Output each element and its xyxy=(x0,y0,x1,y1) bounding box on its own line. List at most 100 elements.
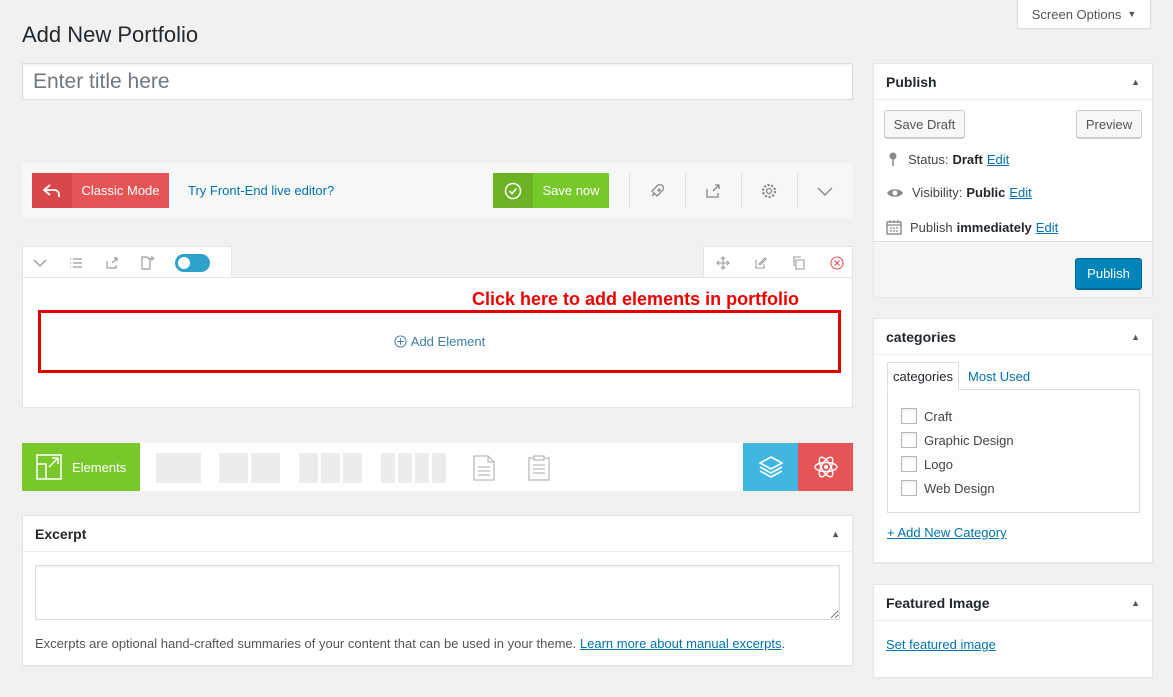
preview-button[interactable]: Preview xyxy=(1076,110,1142,138)
edit-icon[interactable] xyxy=(752,254,770,272)
layout-4-columns[interactable] xyxy=(381,453,446,483)
chevron-down-icon[interactable] xyxy=(31,254,49,272)
layout-1-column[interactable] xyxy=(156,453,201,483)
tab-most-used[interactable]: Most Used xyxy=(963,362,1035,390)
categories-tabs: categories Most Used xyxy=(887,362,1035,390)
category-label: Logo xyxy=(924,456,953,472)
plus-circle-icon xyxy=(394,335,407,348)
caret-up-icon[interactable]: ▲ xyxy=(831,529,840,539)
composer-toolbar: Classic Mode Try Front-End live editor? … xyxy=(22,163,853,218)
category-checkbox[interactable] xyxy=(901,456,917,472)
pin-icon xyxy=(889,152,897,166)
check-circle-icon xyxy=(493,173,533,208)
caret-up-icon[interactable]: ▲ xyxy=(1131,77,1140,87)
classic-mode-label: Classic Mode xyxy=(81,183,160,198)
visibility-edit-link[interactable]: Edit xyxy=(1009,185,1031,200)
elements-bar: Elements xyxy=(22,443,853,491)
toolbar-divider xyxy=(629,173,630,208)
elements-icon xyxy=(36,454,62,480)
clipboard-icon[interactable] xyxy=(527,455,551,484)
schedule-edit-link[interactable]: Edit xyxy=(1036,220,1058,235)
classic-mode-button[interactable]: Classic Mode xyxy=(32,173,169,208)
categories-checklist: Craft Graphic Design Logo Web Design xyxy=(887,389,1140,513)
excerpt-help-text: Excerpts are optional hand-crafted summa… xyxy=(35,636,577,651)
elements-tab[interactable]: Elements xyxy=(22,443,140,491)
category-label: Graphic Design xyxy=(924,432,1014,448)
layout-3-columns[interactable] xyxy=(299,453,362,483)
caret-down-icon: ▼ xyxy=(1127,9,1137,19)
featured-image-box: Featured Image ▲ Set featured image xyxy=(873,584,1153,678)
visibility-value: Public xyxy=(966,185,1006,200)
row-toggle-switch[interactable] xyxy=(175,253,210,272)
set-featured-image-link[interactable]: Set featured image xyxy=(886,637,996,652)
excerpt-box: Excerpt ▲ Excerpts are optional hand-cra… xyxy=(22,515,853,666)
add-page-icon[interactable] xyxy=(139,254,157,272)
schedule-label: Publish xyxy=(910,219,953,235)
schedule-row: Publish immediately Edit xyxy=(886,219,1058,235)
publish-box: Publish ▲ Save Draft Preview Status: Draf… xyxy=(873,63,1153,297)
gear-icon[interactable] xyxy=(757,179,781,203)
publish-button[interactable]: Publish xyxy=(1075,258,1142,289)
schedule-value: immediately xyxy=(956,219,1032,235)
save-now-button[interactable]: Save now xyxy=(493,173,609,208)
rocket-icon[interactable] xyxy=(645,179,669,203)
featured-image-title: Featured Image xyxy=(886,594,990,611)
share-icon[interactable] xyxy=(103,254,121,272)
category-item[interactable]: Logo xyxy=(901,456,953,472)
undo-arrow-icon xyxy=(32,173,72,208)
row-controls-left xyxy=(22,246,232,278)
category-item[interactable]: Graphic Design xyxy=(901,432,1014,448)
featured-image-header[interactable]: Featured Image ▲ xyxy=(874,585,1152,621)
publish-actions: Publish xyxy=(874,241,1152,297)
list-icon[interactable] xyxy=(67,254,85,272)
delete-icon[interactable] xyxy=(828,254,846,272)
chevron-down-icon[interactable] xyxy=(813,179,837,203)
calendar-icon xyxy=(886,220,902,235)
layers-icon[interactable] xyxy=(743,443,798,491)
add-element-button[interactable]: Add Element xyxy=(394,334,485,349)
screen-options-toggle[interactable]: Screen Options ▼ xyxy=(1017,0,1151,29)
status-edit-link[interactable]: Edit xyxy=(987,152,1009,167)
move-icon[interactable] xyxy=(714,254,732,272)
excerpt-learn-more-link[interactable]: Learn more about manual excerpts xyxy=(580,636,782,651)
add-element-area[interactable]: Add Element xyxy=(38,310,841,373)
category-checkbox[interactable] xyxy=(901,408,917,424)
categories-box: categories ▲ categories Most Used Craft … xyxy=(873,318,1153,563)
excerpt-textarea[interactable] xyxy=(35,565,840,620)
status-label: Status: xyxy=(908,151,949,167)
text-block-icon[interactable] xyxy=(473,455,495,484)
category-checkbox[interactable] xyxy=(901,480,917,496)
categories-title: categories xyxy=(886,328,957,345)
category-label: Craft xyxy=(924,408,953,424)
excerpt-header[interactable]: Excerpt ▲ xyxy=(23,516,852,552)
save-draft-button[interactable]: Save Draft xyxy=(884,110,965,138)
categories-header[interactable]: categories ▲ xyxy=(874,319,1152,355)
caret-up-icon[interactable]: ▲ xyxy=(1131,598,1140,608)
category-item[interactable]: Web Design xyxy=(901,480,995,496)
post-title-input[interactable] xyxy=(22,63,853,100)
caret-up-icon[interactable]: ▲ xyxy=(1131,332,1140,342)
eye-icon xyxy=(887,188,903,197)
excerpt-help-suffix: . xyxy=(781,636,786,651)
page-title: Add New Portfolio xyxy=(22,22,199,47)
screen-options-label: Screen Options xyxy=(1031,6,1122,22)
add-new-category-link[interactable]: + Add New Category xyxy=(887,525,1007,540)
excerpt-help: Excerpts are optional hand-crafted summa… xyxy=(35,636,785,651)
category-label: Web Design xyxy=(924,480,995,496)
publish-header[interactable]: Publish ▲ xyxy=(874,64,1152,100)
category-checkbox[interactable] xyxy=(901,432,917,448)
toolbar-divider xyxy=(685,173,686,208)
excerpt-title: Excerpt xyxy=(35,525,87,542)
elements-label: Elements xyxy=(72,459,127,475)
frontend-editor-link[interactable]: Try Front-End live editor? xyxy=(188,183,334,198)
status-value: Draft xyxy=(952,151,983,167)
visibility-row: Visibility: Public Edit xyxy=(886,185,1032,200)
layout-2-columns[interactable] xyxy=(219,453,280,483)
publish-title: Publish xyxy=(886,73,937,90)
share-icon[interactable] xyxy=(701,179,725,203)
copy-icon[interactable] xyxy=(790,254,808,272)
category-item[interactable]: Craft xyxy=(901,408,952,424)
annotation-hint: Click here to add elements in portfolio xyxy=(472,289,800,309)
tab-all-categories[interactable]: categories xyxy=(887,362,959,390)
atom-icon[interactable] xyxy=(798,443,853,491)
